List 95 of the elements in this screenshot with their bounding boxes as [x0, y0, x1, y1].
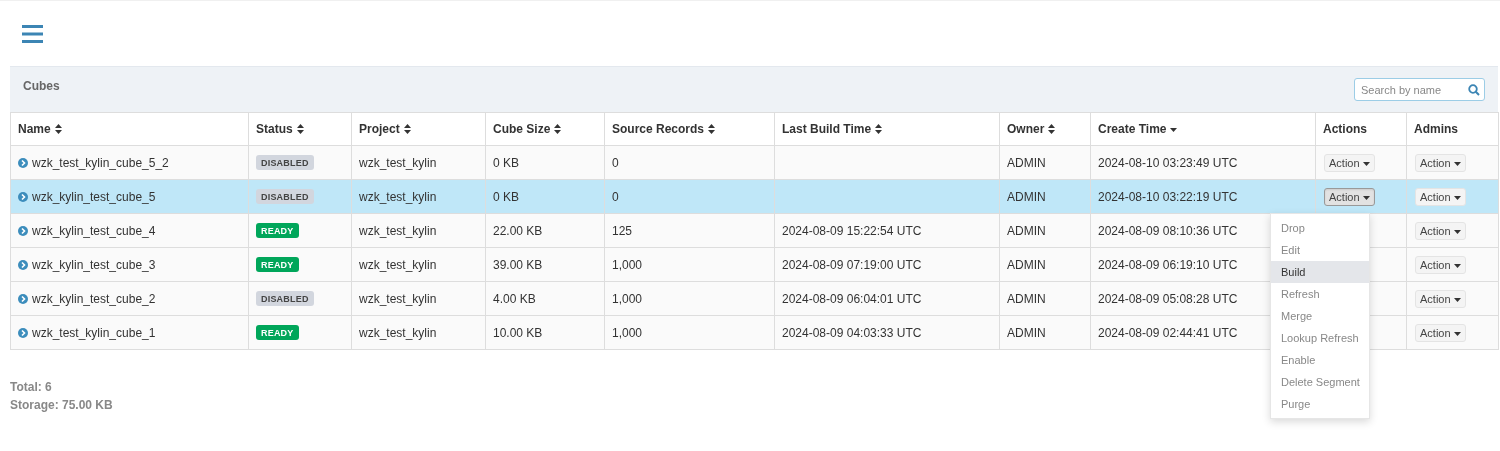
menu-item[interactable]: Build — [1271, 261, 1369, 283]
caret-icon — [1453, 229, 1461, 234]
build-time: 2024-08-09 04:03:33 UTC — [782, 325, 922, 340]
column-header: Actions — [1315, 112, 1407, 146]
owner-name: ADMIN — [1007, 291, 1046, 306]
source-records: 0 — [612, 155, 619, 170]
create-time: 2024-08-09 08:10:36 UTC — [1098, 223, 1238, 238]
project-name: wzk_test_kylin — [359, 155, 437, 170]
source-records: 0 — [612, 189, 619, 204]
column-header[interactable]: Owner — [999, 112, 1091, 146]
expand-chevron-icon[interactable] — [18, 293, 28, 304]
cube-size: 22.00 KB — [493, 223, 543, 238]
owner-name: ADMIN — [1007, 189, 1046, 204]
owner-name: ADMIN — [1007, 325, 1046, 340]
column-header[interactable]: Cube Size — [485, 112, 605, 146]
expand-chevron-icon[interactable] — [18, 157, 28, 168]
table-row[interactable]: wzk_test_kylin_cube_5_2 DISABLED wzk_test_kylin 0 KB 0 ADMIN 2024-08-10 03:23:49 UTC Action Action — [10, 145, 1499, 180]
cube-size: 39.00 KB — [493, 257, 543, 272]
column-header[interactable]: Name — [10, 112, 249, 146]
source-records: 1,000 — [612, 257, 643, 272]
owner-name: ADMIN — [1007, 257, 1046, 272]
source-records: 1,000 — [612, 325, 643, 340]
column-header[interactable]: Last Build Time — [774, 112, 1000, 146]
menu-icon[interactable] — [22, 24, 43, 43]
column-header[interactable]: Status — [248, 112, 352, 146]
menu-item[interactable]: Drop — [1271, 217, 1369, 239]
status-badge: READY — [256, 325, 299, 340]
sort-icon — [403, 124, 411, 134]
create-time: 2024-08-10 03:22:19 UTC — [1098, 189, 1238, 204]
build-time: 2024-08-09 15:22:54 UTC — [782, 223, 922, 238]
caret-icon — [1362, 195, 1370, 200]
action-button[interactable]: Action — [1415, 255, 1466, 274]
create-time: 2024-08-10 03:23:49 UTC — [1098, 155, 1238, 170]
action-button[interactable]: Action — [1324, 153, 1375, 172]
column-header: Admins — [1406, 112, 1499, 146]
owner-name: ADMIN — [1007, 223, 1046, 238]
cube-size: 0 KB — [493, 189, 519, 204]
build-time: 2024-08-09 06:04:01 UTC — [782, 291, 922, 306]
column-header[interactable]: Create Time — [1090, 112, 1316, 146]
menu-item[interactable]: Delete Segment — [1271, 371, 1369, 393]
search-field[interactable]: Search by name — [1354, 78, 1485, 101]
action-button[interactable]: Action — [1415, 153, 1466, 172]
expand-chevron-icon[interactable] — [18, 225, 28, 236]
expand-chevron-icon[interactable] — [18, 191, 28, 202]
action-button[interactable]: Action — [1415, 187, 1466, 206]
status-badge: DISABLED — [256, 189, 314, 204]
status-badge: DISABLED — [256, 155, 314, 170]
sort-icon — [554, 124, 562, 134]
menu-item[interactable]: Lookup Refresh — [1271, 327, 1369, 349]
table-row[interactable]: wzk_kylin_test_cube_5 DISABLED wzk_test_kylin 0 KB 0 ADMIN 2024-08-10 03:22:19 UTC Action Action — [10, 179, 1499, 214]
source-records: 125 — [612, 223, 633, 238]
sort-icon — [54, 124, 62, 134]
column-header[interactable]: Source Records — [604, 112, 775, 146]
menu-item[interactable]: Refresh — [1271, 283, 1369, 305]
caret-icon — [1453, 161, 1461, 166]
project-name: wzk_test_kylin — [359, 223, 437, 238]
expand-chevron-icon[interactable] — [18, 327, 28, 338]
project-name: wzk_test_kylin — [359, 291, 437, 306]
search-icon[interactable] — [1468, 84, 1480, 96]
caret-icon — [1453, 297, 1461, 302]
storage-total: Storage: 75.00 KB — [10, 397, 113, 414]
expand-chevron-icon[interactable] — [18, 259, 28, 270]
total-count: Total: 6 — [10, 379, 52, 396]
create-time: 2024-08-09 02:44:41 UTC — [1098, 325, 1238, 340]
action-button[interactable]: Action — [1415, 289, 1466, 308]
caret-icon — [1453, 263, 1461, 268]
action-button[interactable]: Action — [1415, 221, 1466, 240]
project-name: wzk_test_kylin — [359, 325, 437, 340]
project-name: wzk_test_kylin — [359, 257, 437, 272]
sort-icon — [1048, 124, 1056, 134]
caret-icon — [1453, 331, 1461, 336]
status-badge: READY — [256, 257, 299, 272]
action-button[interactable]: Action — [1324, 187, 1375, 206]
status-badge: READY — [256, 223, 299, 238]
project-name: wzk_test_kylin — [359, 189, 437, 204]
sort-icon — [875, 124, 883, 134]
sort-icon — [708, 124, 716, 134]
panel-title: Cubes — [23, 78, 60, 93]
column-header[interactable]: Project — [351, 112, 486, 146]
menu-item[interactable]: Purge — [1271, 393, 1369, 415]
create-time: 2024-08-09 05:08:28 UTC — [1098, 291, 1238, 306]
cube-size: 10.00 KB — [493, 325, 543, 340]
sort-icon — [296, 124, 304, 134]
caret-icon — [1362, 161, 1370, 166]
caret-icon — [1453, 195, 1461, 200]
cube-size: 0 KB — [493, 155, 519, 170]
status-badge: DISABLED — [256, 291, 314, 306]
owner-name: ADMIN — [1007, 155, 1046, 170]
sort-down-icon — [1170, 127, 1178, 132]
cube-size: 4.00 KB — [493, 291, 536, 306]
build-time: 2024-08-09 07:19:00 UTC — [782, 257, 922, 272]
create-time: 2024-08-09 06:19:10 UTC — [1098, 257, 1238, 272]
action-button[interactable]: Action — [1415, 323, 1466, 342]
menu-item[interactable]: Enable — [1271, 349, 1369, 371]
source-records: 1,000 — [612, 291, 643, 306]
